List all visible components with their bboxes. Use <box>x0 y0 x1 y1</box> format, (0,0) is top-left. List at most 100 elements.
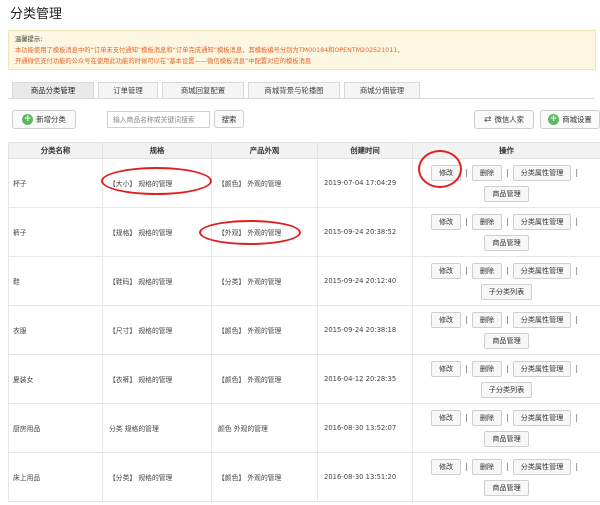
search-button[interactable]: 搜索 <box>214 110 244 128</box>
tab-category-management[interactable]: 商品分类管理 <box>12 82 94 98</box>
separator: | <box>506 413 509 422</box>
delete-button[interactable]: 删除 <box>471 360 503 377</box>
cell-created-time: 2015-09-24 20:38:18 <box>317 305 413 355</box>
cell-spec: 【大小】 规格的管理 <box>102 158 212 208</box>
header-appearance: 产品外观 <box>211 142 318 159</box>
cell-appearance: 【颜色】 外观的管理 <box>211 305 318 355</box>
separator: | <box>465 364 468 373</box>
separator: | <box>465 315 468 324</box>
tab-reply-config[interactable]: 商城回复配置 <box>162 82 244 98</box>
cell-spec: 【规格】 规格的管理 <box>102 207 212 257</box>
table-row: 床上用品 【分类】 规格的管理 【颜色】 外观的管理 2016-08-30 13:51… <box>8 452 600 502</box>
table-row: 厨房用品 分类 规格的管理 颜色 外观的管理 2016-08-30 13:52:07 修… <box>8 403 600 453</box>
attribute-management-button[interactable]: 分类属性管理 <box>512 458 572 475</box>
notice-line-2: 开通微信支付功能的公众号在使用此功能的时候可以在”基本设置——微信模板消息“中配… <box>15 58 312 65</box>
cell-created-time: 2015-09-24 20:12:40 <box>317 256 413 306</box>
attribute-management-button[interactable]: 分类属性管理 <box>512 360 572 377</box>
edit-button[interactable]: 修改 <box>430 213 462 230</box>
header-spec: 规格 <box>102 142 212 159</box>
cell-appearance: 【颜色】 外观的管理 <box>211 354 318 404</box>
table-row: 杯子 【大小】 规格的管理 【颜色】 外观的管理 2019-07-04 17:04:2… <box>8 158 600 208</box>
delete-button[interactable]: 删除 <box>471 458 503 475</box>
cell-appearance: 颜色 外观的管理 <box>211 403 318 453</box>
store-settings-label: 商城设置 <box>562 115 592 124</box>
tab-order-management[interactable]: 订单管理 <box>98 82 158 98</box>
separator: | <box>575 217 579 226</box>
plus-icon: + <box>22 114 34 125</box>
separator: | <box>465 462 468 471</box>
edit-button[interactable]: 修改 <box>430 458 462 475</box>
edit-button[interactable]: 修改 <box>430 409 462 426</box>
delete-button[interactable]: 删除 <box>471 213 503 230</box>
cell-appearance: 【分类】 外观的管理 <box>211 256 318 306</box>
separator: | <box>465 217 468 226</box>
cell-operations: 修改 | 删除 | 分类属性管理 | 商品管理 <box>412 452 600 502</box>
add-category-label: 新增分类 <box>36 115 66 124</box>
cell-operations: 修改 | 删除 | 分类属性管理 | 商品管理 <box>412 158 600 208</box>
delete-button[interactable]: 删除 <box>471 262 503 279</box>
cell-created-time: 2016-08-30 13:51:20 <box>317 452 413 502</box>
delete-button[interactable]: 删除 <box>471 164 503 181</box>
cell-category-name: 鞋 <box>8 256 103 306</box>
attribute-management-button[interactable]: 分类属性管理 <box>512 262 572 279</box>
edit-button[interactable]: 修改 <box>430 360 462 377</box>
cell-operations: 修改 | 删除 | 分类属性管理 | 商品管理 <box>412 403 600 453</box>
wechat-button[interactable]: ⇄ 微信人家 <box>474 110 534 129</box>
cell-category-name: 床上用品 <box>8 452 103 502</box>
edit-button[interactable]: 修改 <box>430 262 462 279</box>
attribute-management-button[interactable]: 分类属性管理 <box>512 164 572 181</box>
edit-button[interactable]: 修改 <box>430 311 462 328</box>
cell-spec: 【尺寸】 规格的管理 <box>102 305 212 355</box>
cell-category-name: 厨房用品 <box>8 403 103 453</box>
product-management-button[interactable]: 商品管理 <box>484 430 529 447</box>
subcategory-list-button[interactable]: 子分类列表 <box>480 283 533 300</box>
page-title: 分类管理 <box>10 7 63 22</box>
product-management-button[interactable]: 商品管理 <box>484 234 529 251</box>
cell-operations: 修改 | 删除 | 分类属性管理 | 商品管理 <box>412 305 600 355</box>
cell-category-name: 裤子 <box>8 207 103 257</box>
table-row: 夏装女 【衣裤】 规格的管理 【颜色】 外观的管理 2016-04-12 20:28:… <box>8 354 600 404</box>
delete-button[interactable]: 删除 <box>471 409 503 426</box>
attribute-management-button[interactable]: 分类属性管理 <box>512 409 572 426</box>
separator: | <box>575 462 579 471</box>
table-row: 衣服 【尺寸】 规格的管理 【颜色】 外观的管理 2015-09-24 20:38:1… <box>8 305 600 355</box>
separator: | <box>506 217 509 226</box>
product-management-button[interactable]: 商品管理 <box>484 185 529 202</box>
cell-spec: 【鞋码】 规格的管理 <box>102 256 212 306</box>
notice-line-1: 本功能使用了模板消息中的“订单未支付通知”模板消息和“订单完成通知”模板消息，其… <box>15 47 404 54</box>
add-category-button[interactable]: + 新增分类 <box>12 110 76 129</box>
tab-bar: 商品分类管理 订单管理 商城回复配置 商城背景与轮播图 商城分佣管理 <box>12 82 424 98</box>
store-settings-button[interactable]: + 商城设置 <box>540 110 600 129</box>
attribute-management-button[interactable]: 分类属性管理 <box>512 213 572 230</box>
separator: | <box>465 413 468 422</box>
delete-button[interactable]: 删除 <box>471 311 503 328</box>
product-management-button[interactable]: 商品管理 <box>484 332 529 349</box>
separator: | <box>465 266 468 275</box>
cell-created-time: 2016-04-12 20:28:35 <box>317 354 413 404</box>
separator: | <box>506 364 509 373</box>
cell-category-name: 杯子 <box>8 158 103 208</box>
search-input[interactable] <box>107 111 210 128</box>
cell-created-time: 2016-08-30 13:52:07 <box>317 403 413 453</box>
separator: | <box>575 413 579 422</box>
tab-commission-management[interactable]: 商城分佣管理 <box>344 82 420 98</box>
table-row: 裤子 【规格】 规格的管理 【外观】 外观的管理 2015-09-24 20:38:5… <box>8 207 600 257</box>
separator: | <box>506 462 509 471</box>
header-created-time: 创建时间 <box>317 142 413 159</box>
cell-spec: 【分类】 规格的管理 <box>102 452 212 502</box>
separator: | <box>575 266 579 275</box>
subcategory-list-button[interactable]: 子分类列表 <box>480 381 533 398</box>
plus-icon: + <box>548 114 560 125</box>
table-header-row: 分类名称 规格 产品外观 创建时间 操作 <box>8 142 600 159</box>
separator: | <box>506 168 509 177</box>
cell-category-name: 夏装女 <box>8 354 103 404</box>
header-operations: 操作 <box>412 142 600 159</box>
product-management-button[interactable]: 商品管理 <box>484 479 529 496</box>
cell-operations: 修改 | 删除 | 分类属性管理 | 子分类列表 <box>412 256 600 306</box>
tab-background-carousel[interactable]: 商城背景与轮播图 <box>248 82 340 98</box>
edit-button[interactable]: 修改 <box>430 164 462 181</box>
cell-spec: 分类 规格的管理 <box>102 403 212 453</box>
separator: | <box>465 168 468 177</box>
attribute-management-button[interactable]: 分类属性管理 <box>512 311 572 328</box>
separator: | <box>575 315 579 324</box>
